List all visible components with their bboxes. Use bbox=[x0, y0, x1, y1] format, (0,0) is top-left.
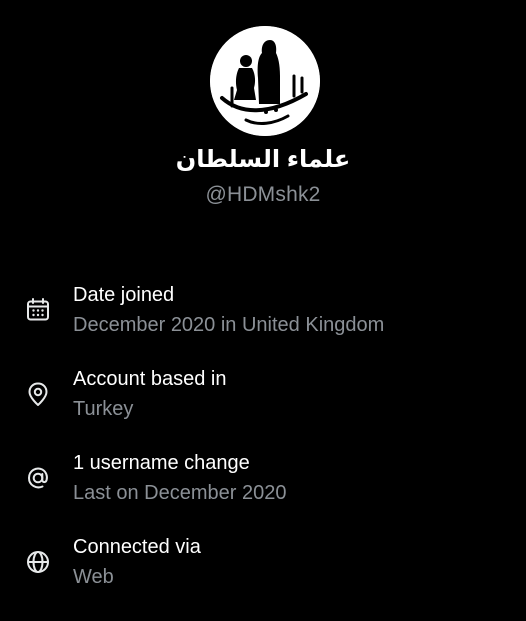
info-item-connected-via: Connected via Web bbox=[0, 532, 526, 616]
username-handle[interactable]: @HDMshk2 bbox=[0, 183, 526, 207]
avatar[interactable] bbox=[210, 26, 320, 136]
info-item-username-change: 1 username change Last on December 2020 bbox=[0, 448, 526, 532]
avatar-logo-image bbox=[210, 26, 320, 136]
info-value: Web bbox=[73, 566, 114, 588]
info-title: Date joined bbox=[73, 284, 175, 306]
account-info-list: Date joined December 2020 in United King… bbox=[0, 280, 526, 616]
calendar-icon bbox=[24, 296, 52, 324]
globe-icon bbox=[24, 548, 52, 576]
at-sign-icon bbox=[24, 464, 52, 492]
info-value: Turkey bbox=[73, 398, 134, 420]
location-pin-icon bbox=[24, 380, 52, 408]
info-value: December 2020 in United Kingdom bbox=[73, 314, 385, 336]
info-item-date-joined: Date joined December 2020 in United King… bbox=[0, 280, 526, 364]
info-value: Last on December 2020 bbox=[73, 482, 287, 504]
info-title: Account based in bbox=[73, 368, 227, 390]
info-title: 1 username change bbox=[73, 452, 250, 474]
display-name: علماء السلطان bbox=[175, 146, 351, 173]
info-item-account-based-in: Account based in Turkey bbox=[0, 364, 526, 448]
info-title: Connected via bbox=[73, 536, 201, 558]
profile-header: علماء السلطان @HDMshk2 bbox=[0, 0, 526, 230]
